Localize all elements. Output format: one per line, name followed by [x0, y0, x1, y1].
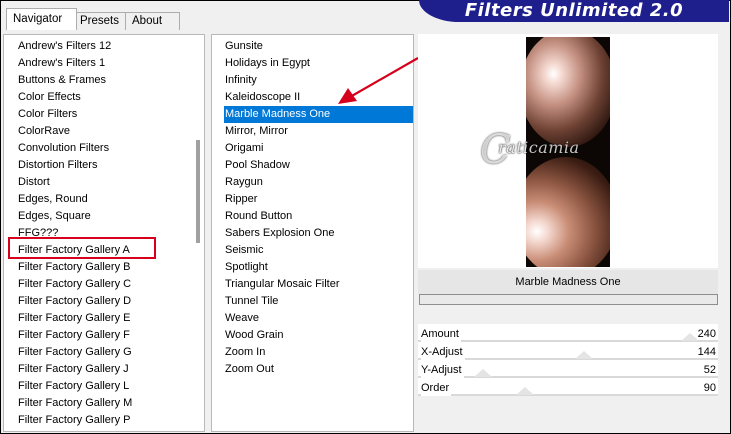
param-label: Order [421, 380, 452, 396]
category-highlight-annotation [8, 237, 156, 259]
param-value: 144 [697, 346, 716, 358]
filter-item[interactable]: Sabers Explosion One [224, 225, 413, 242]
tab-presets[interactable]: Presets [73, 12, 128, 30]
category-item[interactable]: Convolution Filters [17, 140, 204, 157]
param-value: 90 [703, 382, 716, 394]
slider-thumb[interactable] [575, 351, 593, 359]
slider-track[interactable] [418, 394, 718, 396]
filter-item[interactable]: Wood Grain [224, 327, 413, 344]
filter-item[interactable]: Round Button [224, 208, 413, 225]
filter-item[interactable]: Pool Shadow [224, 157, 413, 174]
filter-item[interactable]: Weave [224, 310, 413, 327]
category-list-panel[interactable]: Andrew's Filters 12 Andrew's Filters 1 But… [3, 34, 205, 432]
category-item[interactable]: Filter Factory Gallery L [17, 378, 204, 395]
category-item[interactable]: Buttons & Frames [17, 72, 204, 89]
category-item[interactable]: Filter Factory Gallery G [17, 344, 204, 361]
category-scrollbar[interactable] [196, 140, 200, 243]
filter-item[interactable]: Origami [224, 140, 413, 157]
param-slider-x-adjust[interactable]: X-Adjust 144 [418, 343, 718, 360]
category-item[interactable]: Color Filters [17, 106, 204, 123]
slider-thumb[interactable] [681, 333, 699, 341]
tab-about[interactable]: About [125, 12, 180, 30]
category-list: Andrew's Filters 12 Andrew's Filters 1 But… [17, 38, 204, 429]
tab-navigator[interactable]: Navigator [6, 8, 77, 30]
category-item[interactable]: Filter Factory Gallery B [17, 259, 204, 276]
filter-item[interactable]: Tunnel Tile [224, 293, 413, 310]
param-label: Amount [421, 326, 461, 342]
category-item[interactable]: Distortion Filters [17, 157, 204, 174]
category-item[interactable]: Filter Factory Gallery P [17, 412, 204, 429]
filter-item[interactable]: Raygun [224, 174, 413, 191]
filter-item[interactable]: Zoom Out [224, 361, 413, 378]
marble-orb-top [526, 37, 610, 147]
category-item[interactable]: Filter Factory Gallery E [17, 310, 204, 327]
category-item[interactable]: Edges, Square [17, 208, 204, 225]
filter-item[interactable]: Seismic [224, 242, 413, 259]
param-slider-y-adjust[interactable]: Y-Adjust 52 [418, 361, 718, 378]
category-item[interactable]: Edges, Round [17, 191, 204, 208]
filter-item[interactable]: Zoom In [224, 344, 413, 361]
category-item[interactable]: Andrew's Filters 12 [17, 38, 204, 55]
param-value: 52 [703, 364, 716, 376]
selected-filter-name: Marble Madness One [418, 270, 718, 294]
param-label: X-Adjust [421, 344, 465, 360]
category-item[interactable]: Filter Factory Gallery J [17, 361, 204, 378]
filter-item[interactable]: Spotlight [224, 259, 413, 276]
category-item[interactable]: Filter Factory Gallery D [17, 293, 204, 310]
param-label: Y-Adjust [421, 362, 464, 378]
watermark-text: raticamia [498, 138, 580, 157]
param-value: 240 [697, 328, 716, 340]
filter-item[interactable]: Triangular Mosaic Filter [224, 276, 413, 293]
category-item[interactable]: Andrew's Filters 1 [17, 55, 204, 72]
filter-item[interactable]: Mirror, Mirror [224, 123, 413, 140]
watermark-logo: C raticamia [480, 127, 620, 190]
category-item[interactable]: Filter Factory Gallery M [17, 395, 204, 412]
slider-thumb[interactable] [474, 369, 492, 377]
app-banner-title: Filters Unlimited 2.0 [419, 0, 729, 22]
category-item[interactable]: ColorRave [17, 123, 204, 140]
param-slider-amount[interactable]: Amount 240 [418, 325, 718, 342]
slider-thumb[interactable] [516, 387, 534, 395]
slider-track[interactable] [418, 340, 718, 342]
red-arrow-annotation [338, 57, 419, 104]
category-item[interactable]: Filter Factory Gallery C [17, 276, 204, 293]
filter-info-bar [419, 294, 718, 305]
category-item[interactable]: Filter Factory Gallery F [17, 327, 204, 344]
tab-bar: Navigator Presets About [3, 8, 423, 30]
filter-item[interactable]: Ripper [224, 191, 413, 208]
category-item[interactable]: Color Effects [17, 89, 204, 106]
parameter-sliders: Amount 240 X-Adjust 144 Y-Adjust 52 Order 90 [418, 324, 718, 396]
category-item[interactable]: Distort [17, 174, 204, 191]
param-slider-order[interactable]: Order 90 [418, 379, 718, 396]
